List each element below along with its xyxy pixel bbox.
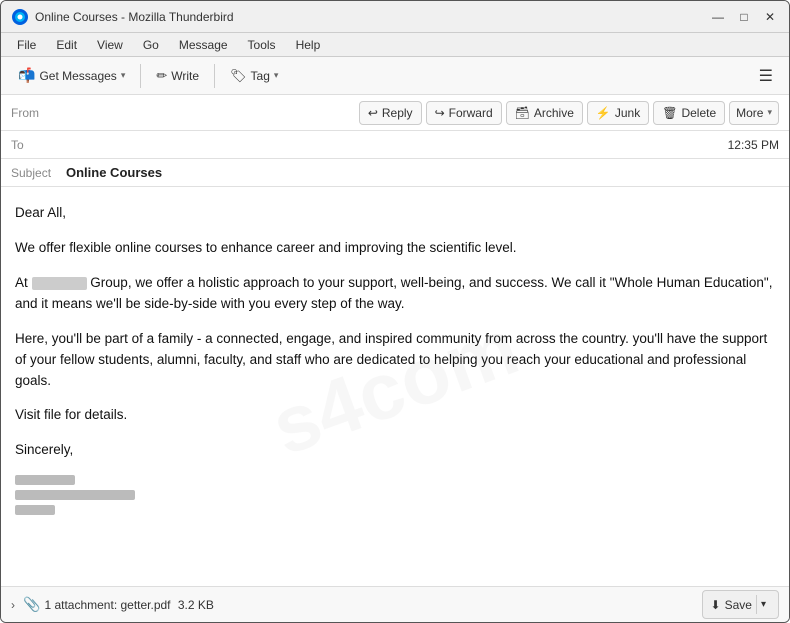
write-icon: ✏	[156, 68, 167, 84]
signature-block	[15, 475, 775, 515]
tag-dropdown-icon[interactable]: ▾	[274, 70, 279, 81]
para2-prefix: At	[15, 275, 28, 290]
delete-icon: 🗑	[662, 106, 677, 120]
delete-label: Delete	[681, 106, 716, 120]
toolbar-divider-2	[214, 64, 215, 88]
more-dropdown-icon: ▾	[767, 107, 772, 118]
menu-bar: File Edit View Go Message Tools Help	[1, 33, 789, 57]
menu-view[interactable]: View	[89, 36, 131, 54]
action-buttons: ↩ Reply ↪ Forward 🗃 Archive ⚡ Junk 🗑 Del…	[359, 101, 779, 125]
menu-message[interactable]: Message	[171, 36, 236, 54]
save-button[interactable]: ⬇ Save ▾	[702, 590, 779, 619]
archive-label: Archive	[534, 106, 574, 120]
save-label: Save	[725, 598, 752, 612]
email-paragraph2: At Group, we offer a holistic approach t…	[15, 273, 775, 315]
get-messages-dropdown-icon[interactable]: ▾	[121, 70, 126, 81]
close-button[interactable]: ✕	[761, 8, 779, 26]
menu-edit[interactable]: Edit	[48, 36, 85, 54]
redacted-company	[32, 277, 87, 290]
forward-icon: ↪	[435, 106, 445, 120]
save-dropdown-icon[interactable]: ▾	[756, 595, 770, 614]
reply-label: Reply	[382, 106, 413, 120]
subject-value: Online Courses	[66, 165, 162, 180]
forward-label: Forward	[449, 106, 493, 120]
more-label: More	[736, 106, 763, 120]
forward-button[interactable]: ↪ Forward	[426, 101, 502, 125]
archive-button[interactable]: 🗃 Archive	[506, 101, 583, 125]
attachment-expand-button[interactable]: ›	[11, 598, 15, 612]
write-label: Write	[171, 69, 199, 83]
attachment-info: 1 attachment: getter.pdf 3.2 KB	[44, 598, 213, 612]
attachment-size: 3.2 KB	[178, 598, 214, 612]
attachment-count-text: 1 attachment: getter.pdf	[44, 598, 170, 612]
email-subject-row: Subject Online Courses	[1, 159, 789, 187]
email-time: 12:35 PM	[728, 138, 779, 152]
delete-button[interactable]: 🗑 Delete	[653, 101, 725, 125]
email-paragraph3: Here, you'll be part of a family - a con…	[15, 329, 775, 392]
toolbar: 📬 Get Messages ▾ ✏ Write 🏷 Tag ▾ ☰	[1, 57, 789, 95]
to-label: To	[11, 138, 71, 152]
minimize-button[interactable]: —	[709, 8, 727, 26]
hamburger-menu-button[interactable]: ☰	[751, 62, 781, 90]
get-messages-icon: 📬	[18, 67, 35, 84]
sig-line-2	[15, 490, 135, 500]
email-to-row: To 12:35 PM	[1, 131, 789, 159]
subject-label: Subject	[11, 166, 66, 180]
from-label: From	[11, 106, 71, 120]
email-from-row: From ↩ Reply ↪ Forward 🗃 Archive ⚡ Junk …	[1, 95, 789, 131]
sig-line-3	[15, 505, 55, 515]
menu-tools[interactable]: Tools	[240, 36, 284, 54]
reply-icon: ↩	[368, 106, 378, 120]
email-body: s4com Dear All, We offer flexible online…	[1, 187, 789, 586]
email-paragraph1: We offer flexible online courses to enha…	[15, 238, 775, 259]
window-title: Online Courses - Mozilla Thunderbird	[35, 10, 709, 24]
junk-button[interactable]: ⚡ Junk	[587, 101, 649, 125]
get-messages-label: Get Messages	[39, 69, 116, 83]
get-messages-button[interactable]: 📬 Get Messages ▾	[9, 62, 134, 89]
tag-label: Tag	[251, 69, 270, 83]
email-closing: Sincerely,	[15, 440, 775, 461]
save-icon: ⬇	[711, 598, 721, 612]
menu-help[interactable]: Help	[288, 36, 329, 54]
tag-button[interactable]: 🏷 Tag ▾	[221, 63, 287, 89]
reply-button[interactable]: ↩ Reply	[359, 101, 422, 125]
archive-icon: 🗃	[515, 106, 530, 120]
menu-go[interactable]: Go	[135, 36, 167, 54]
email-greeting: Dear All,	[15, 203, 775, 224]
maximize-button[interactable]: □	[735, 8, 753, 26]
app-icon	[11, 8, 29, 26]
junk-label: Junk	[615, 106, 640, 120]
tag-icon: 🏷	[230, 68, 247, 84]
menu-file[interactable]: File	[9, 36, 44, 54]
attachment-icon: 📎	[23, 596, 40, 613]
title-bar: Online Courses - Mozilla Thunderbird — □…	[1, 1, 789, 33]
junk-icon: ⚡	[596, 106, 611, 120]
write-button[interactable]: ✏ Write	[147, 63, 208, 89]
toolbar-divider	[140, 64, 141, 88]
attachment-bar: › 📎 1 attachment: getter.pdf 3.2 KB ⬇ Sa…	[1, 586, 789, 622]
para2-suffix: Group, we offer a holistic approach to y…	[15, 275, 772, 311]
email-paragraph4: Visit file for details.	[15, 405, 775, 426]
more-button[interactable]: More ▾	[729, 101, 779, 125]
sig-line-1	[15, 475, 75, 485]
window-controls: — □ ✕	[709, 8, 779, 26]
